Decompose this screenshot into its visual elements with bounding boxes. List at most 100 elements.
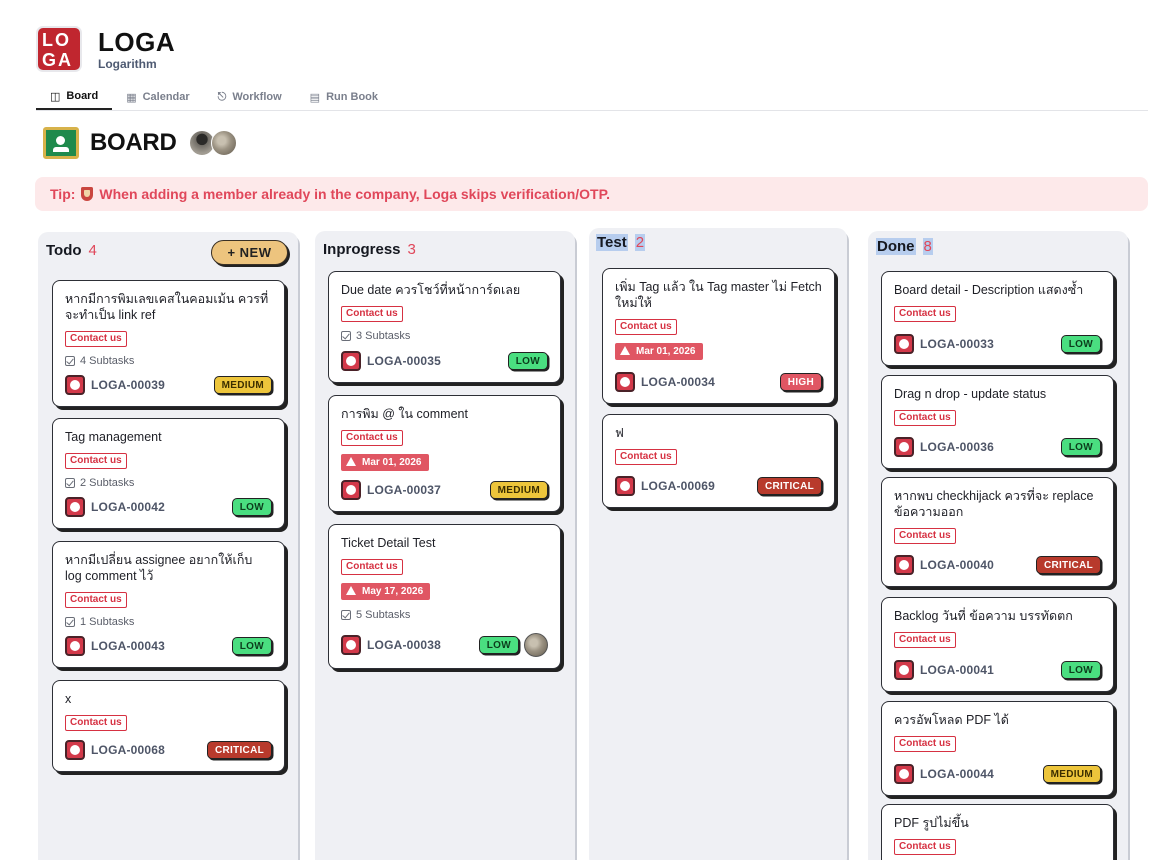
column-count: 2: [634, 234, 646, 251]
tab-calendar[interactable]: ▦ Calendar: [112, 84, 203, 110]
priority-badge: LOW: [507, 352, 548, 370]
card-footer: LOGA-00034 HIGH: [615, 372, 822, 392]
tag-badge[interactable]: Contact us: [894, 306, 956, 322]
card-title: Drag n drop - update status: [894, 387, 1047, 401]
card-title: x: [65, 692, 72, 706]
ticket-id: LOGA-00039: [91, 378, 166, 392]
card-footer: LOGA-00042 LOW: [65, 497, 272, 517]
ticket-card[interactable]: หากมีการพิมเลขเคสในคอมเม้น ควรที่จะทำเป็…: [52, 280, 285, 407]
ticket-type-icon: [615, 372, 635, 392]
checkbox-icon: [65, 356, 75, 366]
column-header: Todo 4: [46, 242, 97, 259]
subtask-label: 1 Subtasks: [80, 616, 135, 628]
ticket-type-icon: [65, 636, 85, 656]
ticket-type-icon: [341, 635, 361, 655]
ticket-card[interactable]: หากพบ checkhijack ควรที่จะ replace ข้อคว…: [881, 477, 1114, 587]
ticket-card[interactable]: ฟ Contact us LOGA-00069 CRITICAL: [602, 414, 835, 508]
priority-badge: MEDIUM: [489, 481, 548, 499]
card-title: Ticket Detail Test: [341, 536, 436, 550]
tag-badge[interactable]: Contact us: [894, 410, 956, 426]
ticket-id: LOGA-00044: [920, 767, 995, 781]
card-footer: LOGA-00037 MEDIUM: [341, 480, 548, 500]
card-title: ฟ: [615, 426, 624, 440]
ticket-card[interactable]: Due date ควรโชว์ที่หน้าการ์ดเลย Contact …: [328, 271, 561, 383]
tag-badge[interactable]: Contact us: [894, 736, 956, 752]
checkbox-icon: [341, 331, 351, 341]
ticket-card[interactable]: Tag management Contact us 2 Subtasks LOG…: [52, 418, 285, 529]
ticket-card[interactable]: ควรอัพโหลด PDF ได้ Contact us LOGA-00044…: [881, 701, 1114, 796]
ticket-card[interactable]: การพิม @ ใน comment Contact us Mar 01, 2…: [328, 395, 561, 512]
brand: LOGA Logarithm: [98, 28, 175, 71]
workflow-icon: ⎋: [217, 90, 227, 103]
tag-badge[interactable]: Contact us: [341, 306, 403, 322]
card-title: เพิ่ม Tag แล้ว ใน Tag master ไม่ Fetch ใ…: [615, 280, 822, 310]
column-header: Done 8: [876, 238, 933, 255]
ticket-type-icon: [341, 351, 361, 371]
book-icon: ▤: [309, 91, 321, 104]
tag-badge[interactable]: Contact us: [894, 528, 956, 544]
shield-icon: [81, 187, 94, 201]
card-footer: LOGA-00033 LOW: [894, 334, 1101, 354]
new-ticket-button[interactable]: + NEW: [211, 240, 288, 265]
tag-badge[interactable]: Contact us: [341, 559, 403, 575]
ticket-id: LOGA-00068: [91, 743, 166, 757]
subtask-count: 5 Subtasks: [341, 609, 548, 621]
ticket-card[interactable]: x Contact us LOGA-00068 CRITICAL: [52, 680, 285, 772]
ticket-card[interactable]: Backlog วันที่ ข้อความ บรรทัดตก Contact …: [881, 597, 1114, 692]
tab-label: Workflow: [232, 91, 282, 103]
priority-badge: LOW: [478, 636, 519, 654]
tab-board[interactable]: ◫ Board: [36, 84, 113, 110]
column-todo: Todo 4 + NEW หากมีการพิมเลขเคสในคอมเม้น …: [38, 232, 298, 860]
tab-run-book[interactable]: ▤ Run Book: [296, 84, 392, 110]
ticket-card[interactable]: Board detail - Description แสดงซ้ำ Conta…: [881, 271, 1114, 366]
tag-badge[interactable]: Contact us: [65, 592, 127, 608]
avatar[interactable]: [210, 130, 237, 156]
tag-badge[interactable]: Contact us: [615, 449, 677, 465]
column-title: Done: [876, 238, 916, 255]
assignee-avatar[interactable]: [524, 633, 548, 657]
ticket-type-icon: [894, 555, 914, 575]
tag-badge[interactable]: Contact us: [615, 319, 677, 335]
ticket-card[interactable]: Ticket Detail Test Contact us May 17, 20…: [328, 524, 561, 669]
card-footer: LOGA-00069 CRITICAL: [615, 476, 822, 496]
ticket-card[interactable]: หากมีเปลี่ยน assignee อยากให้เก็บ log co…: [52, 541, 285, 668]
checkbox-icon: [65, 617, 75, 627]
tip-text: When adding a member already in the comp…: [99, 186, 611, 202]
loga-logo[interactable]: LO GA: [36, 26, 82, 72]
tag-badge[interactable]: Contact us: [65, 453, 127, 469]
tag-badge[interactable]: Contact us: [894, 632, 956, 648]
page-title: BOARD: [90, 129, 177, 156]
tag-badge[interactable]: Contact us: [894, 839, 956, 855]
ticket-type-icon: [894, 437, 914, 457]
card-title: หากมีเปลี่ยน assignee อยากให้เก็บ log co…: [65, 553, 253, 583]
card-title: PDF รูปไม่ขึ้น: [894, 816, 969, 830]
subtask-count: 3 Subtasks: [341, 330, 548, 342]
due-date-badge: Mar 01, 2026: [615, 343, 703, 360]
ticket-card[interactable]: PDF รูปไม่ขึ้น Contact us: [881, 804, 1114, 860]
tab-workflow[interactable]: ⎋ Workflow: [204, 84, 296, 110]
warning-icon: [346, 457, 356, 466]
ticket-id: LOGA-00040: [920, 558, 995, 572]
app-subtitle: Logarithm: [98, 56, 157, 71]
ticket-id: LOGA-00038: [367, 638, 442, 652]
ticket-card[interactable]: Drag n drop - update status Contact us L…: [881, 375, 1114, 469]
subtask-label: 3 Subtasks: [356, 330, 411, 342]
card-footer: LOGA-00039 MEDIUM: [65, 375, 272, 395]
column-count: 4: [88, 242, 97, 259]
tag-badge[interactable]: Contact us: [341, 430, 403, 446]
tag-badge[interactable]: Contact us: [65, 715, 127, 731]
priority-badge: MEDIUM: [1042, 765, 1101, 783]
column-title: Test: [596, 234, 628, 251]
due-date-badge: May 17, 2026: [341, 583, 431, 600]
ticket-id: LOGA-00033: [920, 337, 995, 351]
checkbox-icon: [65, 478, 75, 488]
tab-label: Run Book: [326, 91, 379, 103]
ticket-type-icon: [65, 740, 85, 760]
ticket-card[interactable]: เพิ่ม Tag แล้ว ใน Tag master ไม่ Fetch ใ…: [602, 268, 835, 404]
priority-badge: CRITICAL: [1035, 556, 1101, 574]
tag-badge[interactable]: Contact us: [65, 331, 127, 347]
column-count: 8: [922, 238, 933, 255]
member-avatars[interactable]: [188, 130, 237, 156]
card-footer: LOGA-00038 LOW: [341, 633, 548, 657]
priority-badge: CRITICAL: [756, 477, 822, 495]
